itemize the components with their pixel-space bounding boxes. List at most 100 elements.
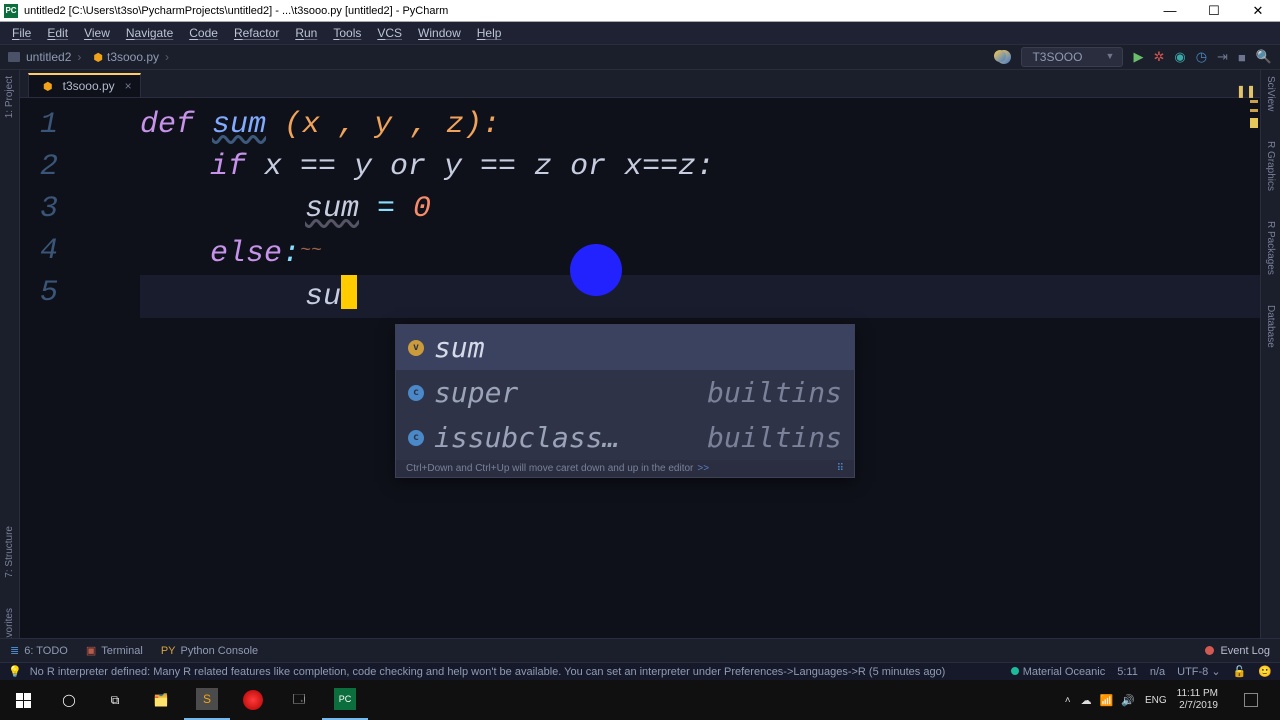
start-button[interactable] [0, 680, 46, 720]
class-icon: c [408, 430, 424, 446]
popup-label: issubclass… [434, 421, 619, 454]
code-body[interactable]: def sum (x , y , z): if x == y or y == z… [140, 104, 1260, 318]
search-button[interactable]: ◯ [46, 680, 92, 720]
editor-tabs: ⬢ t3sooo.py × [20, 70, 1260, 98]
run-config-select[interactable]: T3SOOO ▼ [1021, 47, 1123, 67]
app-explorer[interactable]: 🗂️ [138, 680, 184, 720]
popup-item-issubclass[interactable]: c issubclass… builtins [396, 415, 854, 460]
close-button[interactable]: ✕ [1236, 0, 1280, 22]
window-title: untitled2 [C:\Users\t3so\PycharmProjects… [24, 5, 448, 17]
tray-chevron-icon[interactable]: ˄ [1065, 695, 1071, 706]
caret-position[interactable]: 5:11 [1117, 666, 1138, 678]
tool-rgraphics[interactable]: R Graphics [1265, 141, 1276, 191]
readonly-lock-icon[interactable]: 🔓 [1233, 665, 1247, 678]
menu-view[interactable]: View [76, 26, 118, 40]
tray-volume-icon[interactable]: 🔊 [1121, 694, 1135, 707]
menu-tools[interactable]: Tools [325, 26, 369, 40]
action-center-button[interactable] [1228, 680, 1274, 720]
menu-vcs[interactable]: VCS [369, 26, 410, 40]
app-pycharm[interactable]: PC [322, 680, 368, 720]
system-tray: ˄ ☁ 📶 🔊 ENG 11:11 PM 2/7/2019 [1065, 680, 1280, 720]
tray-clock[interactable]: 11:11 PM 2/7/2019 [1177, 688, 1218, 712]
tool-project[interactable]: 1: Project [4, 76, 15, 118]
search-icon[interactable]: 🔍 [1256, 49, 1272, 65]
line-sep[interactable]: n/a [1150, 666, 1165, 678]
menu-bar: File Edit View Navigate Code Refactor Ru… [0, 22, 1280, 44]
status-bar: 💡 No R interpreter defined: Many R relat… [0, 662, 1280, 680]
popup-label: sum [434, 331, 485, 364]
breadcrumb-file[interactable]: t3sooo.py [107, 50, 159, 64]
variable-icon: v [408, 340, 424, 356]
close-tab-icon[interactable]: × [125, 79, 132, 93]
line-no: 2 [40, 146, 108, 188]
run-icon[interactable]: ▶ [1133, 49, 1143, 65]
tool-rpackages[interactable]: R Packages [1265, 221, 1276, 275]
line-no: 5 [40, 272, 108, 314]
menu-refactor[interactable]: Refactor [226, 26, 287, 40]
tool-sciview[interactable]: SciView [1265, 76, 1276, 111]
cursor-highlight-dot [570, 244, 622, 296]
tool-python-console[interactable]: PYPython Console [161, 645, 258, 657]
tab-label: t3sooo.py [63, 79, 115, 93]
autocomplete-popup[interactable]: v sum c super builtins c issubclass… bui… [395, 324, 855, 478]
tool-todo[interactable]: ≣6: TODO [10, 644, 68, 657]
encoding[interactable]: UTF-8 ⌄ [1177, 665, 1220, 678]
windows-icon [16, 693, 31, 708]
hint-link[interactable]: >> [697, 463, 709, 474]
popup-item-super[interactable]: c super builtins [396, 370, 854, 415]
popup-origin: builtins [707, 376, 842, 409]
debug-icon[interactable]: ✲ [1153, 49, 1164, 65]
breadcrumb-bar: untitled2 › ⬢ t3sooo.py › T3SOOO ▼ ▶ ✲ ◉… [0, 44, 1280, 70]
profile-icon[interactable]: ◷ [1196, 49, 1207, 65]
menu-run[interactable]: Run [287, 26, 325, 40]
app-generic[interactable]: 🗔 [276, 680, 322, 720]
menu-help[interactable]: Help [469, 26, 510, 40]
breadcrumb-sep: › [165, 50, 169, 64]
python-icon: ⬢ [93, 51, 103, 64]
theme-indicator[interactable]: Material Oceanic [1011, 666, 1106, 678]
menu-navigate[interactable]: Navigate [118, 26, 181, 40]
pin-icon[interactable]: ⠿ [837, 463, 844, 474]
tool-structure[interactable]: 7: Structure [4, 526, 15, 578]
left-tool-strip: 1: Project 7: Structure 2: Favorites [0, 70, 20, 660]
inspector-icon[interactable]: 🙂 [1258, 665, 1272, 678]
popup-hint: Ctrl+Down and Ctrl+Up will move caret do… [396, 460, 854, 477]
task-view-button[interactable]: ⧉ [92, 680, 138, 720]
clock-time: 11:11 PM [1177, 688, 1218, 700]
minimize-button[interactable]: — [1148, 0, 1192, 22]
popup-origin: builtins [707, 421, 842, 454]
app-sublime[interactable]: S [184, 680, 230, 720]
menu-window[interactable]: Window [410, 26, 469, 40]
tray-language[interactable]: ENG [1145, 695, 1167, 706]
attach-icon[interactable]: ⇥ [1217, 49, 1228, 65]
kw-else: else [210, 237, 282, 271]
popup-item-sum[interactable]: v sum [396, 325, 854, 370]
menu-edit[interactable]: Edit [39, 26, 76, 40]
op: = [359, 192, 413, 226]
right-tool-strip: SciView R Graphics R Packages Database [1260, 70, 1280, 660]
typing: su [305, 280, 341, 314]
kw-if: if [210, 150, 246, 184]
menu-file[interactable]: File [4, 26, 39, 40]
pycharm-icon: PC [4, 4, 18, 18]
notification-dot-icon [1205, 646, 1214, 655]
tab-t3sooo[interactable]: ⬢ t3sooo.py × [28, 73, 141, 97]
app-opera[interactable] [230, 680, 276, 720]
menu-code[interactable]: Code [181, 26, 226, 40]
fn-name: sum [212, 108, 266, 142]
stop-icon[interactable]: ■ [1238, 50, 1246, 65]
sig: (x , y , z): [266, 108, 500, 142]
maximize-button[interactable]: ☐ [1192, 0, 1236, 22]
tray-network-icon[interactable]: 📶 [1100, 694, 1114, 707]
folder-icon [8, 52, 20, 62]
event-log-button[interactable]: Event Log [1205, 645, 1270, 657]
notification-icon [1244, 693, 1258, 707]
coverage-icon[interactable]: ◉ [1174, 49, 1185, 65]
tray-onedrive-icon[interactable]: ☁ [1081, 694, 1092, 707]
python-icon: ⬢ [43, 80, 53, 93]
tool-terminal[interactable]: ▣Terminal [86, 644, 143, 657]
tool-database[interactable]: Database [1265, 305, 1276, 348]
text-cursor [341, 275, 357, 309]
kw-def: def [140, 108, 194, 142]
breadcrumb-project[interactable]: untitled2 [26, 50, 71, 64]
